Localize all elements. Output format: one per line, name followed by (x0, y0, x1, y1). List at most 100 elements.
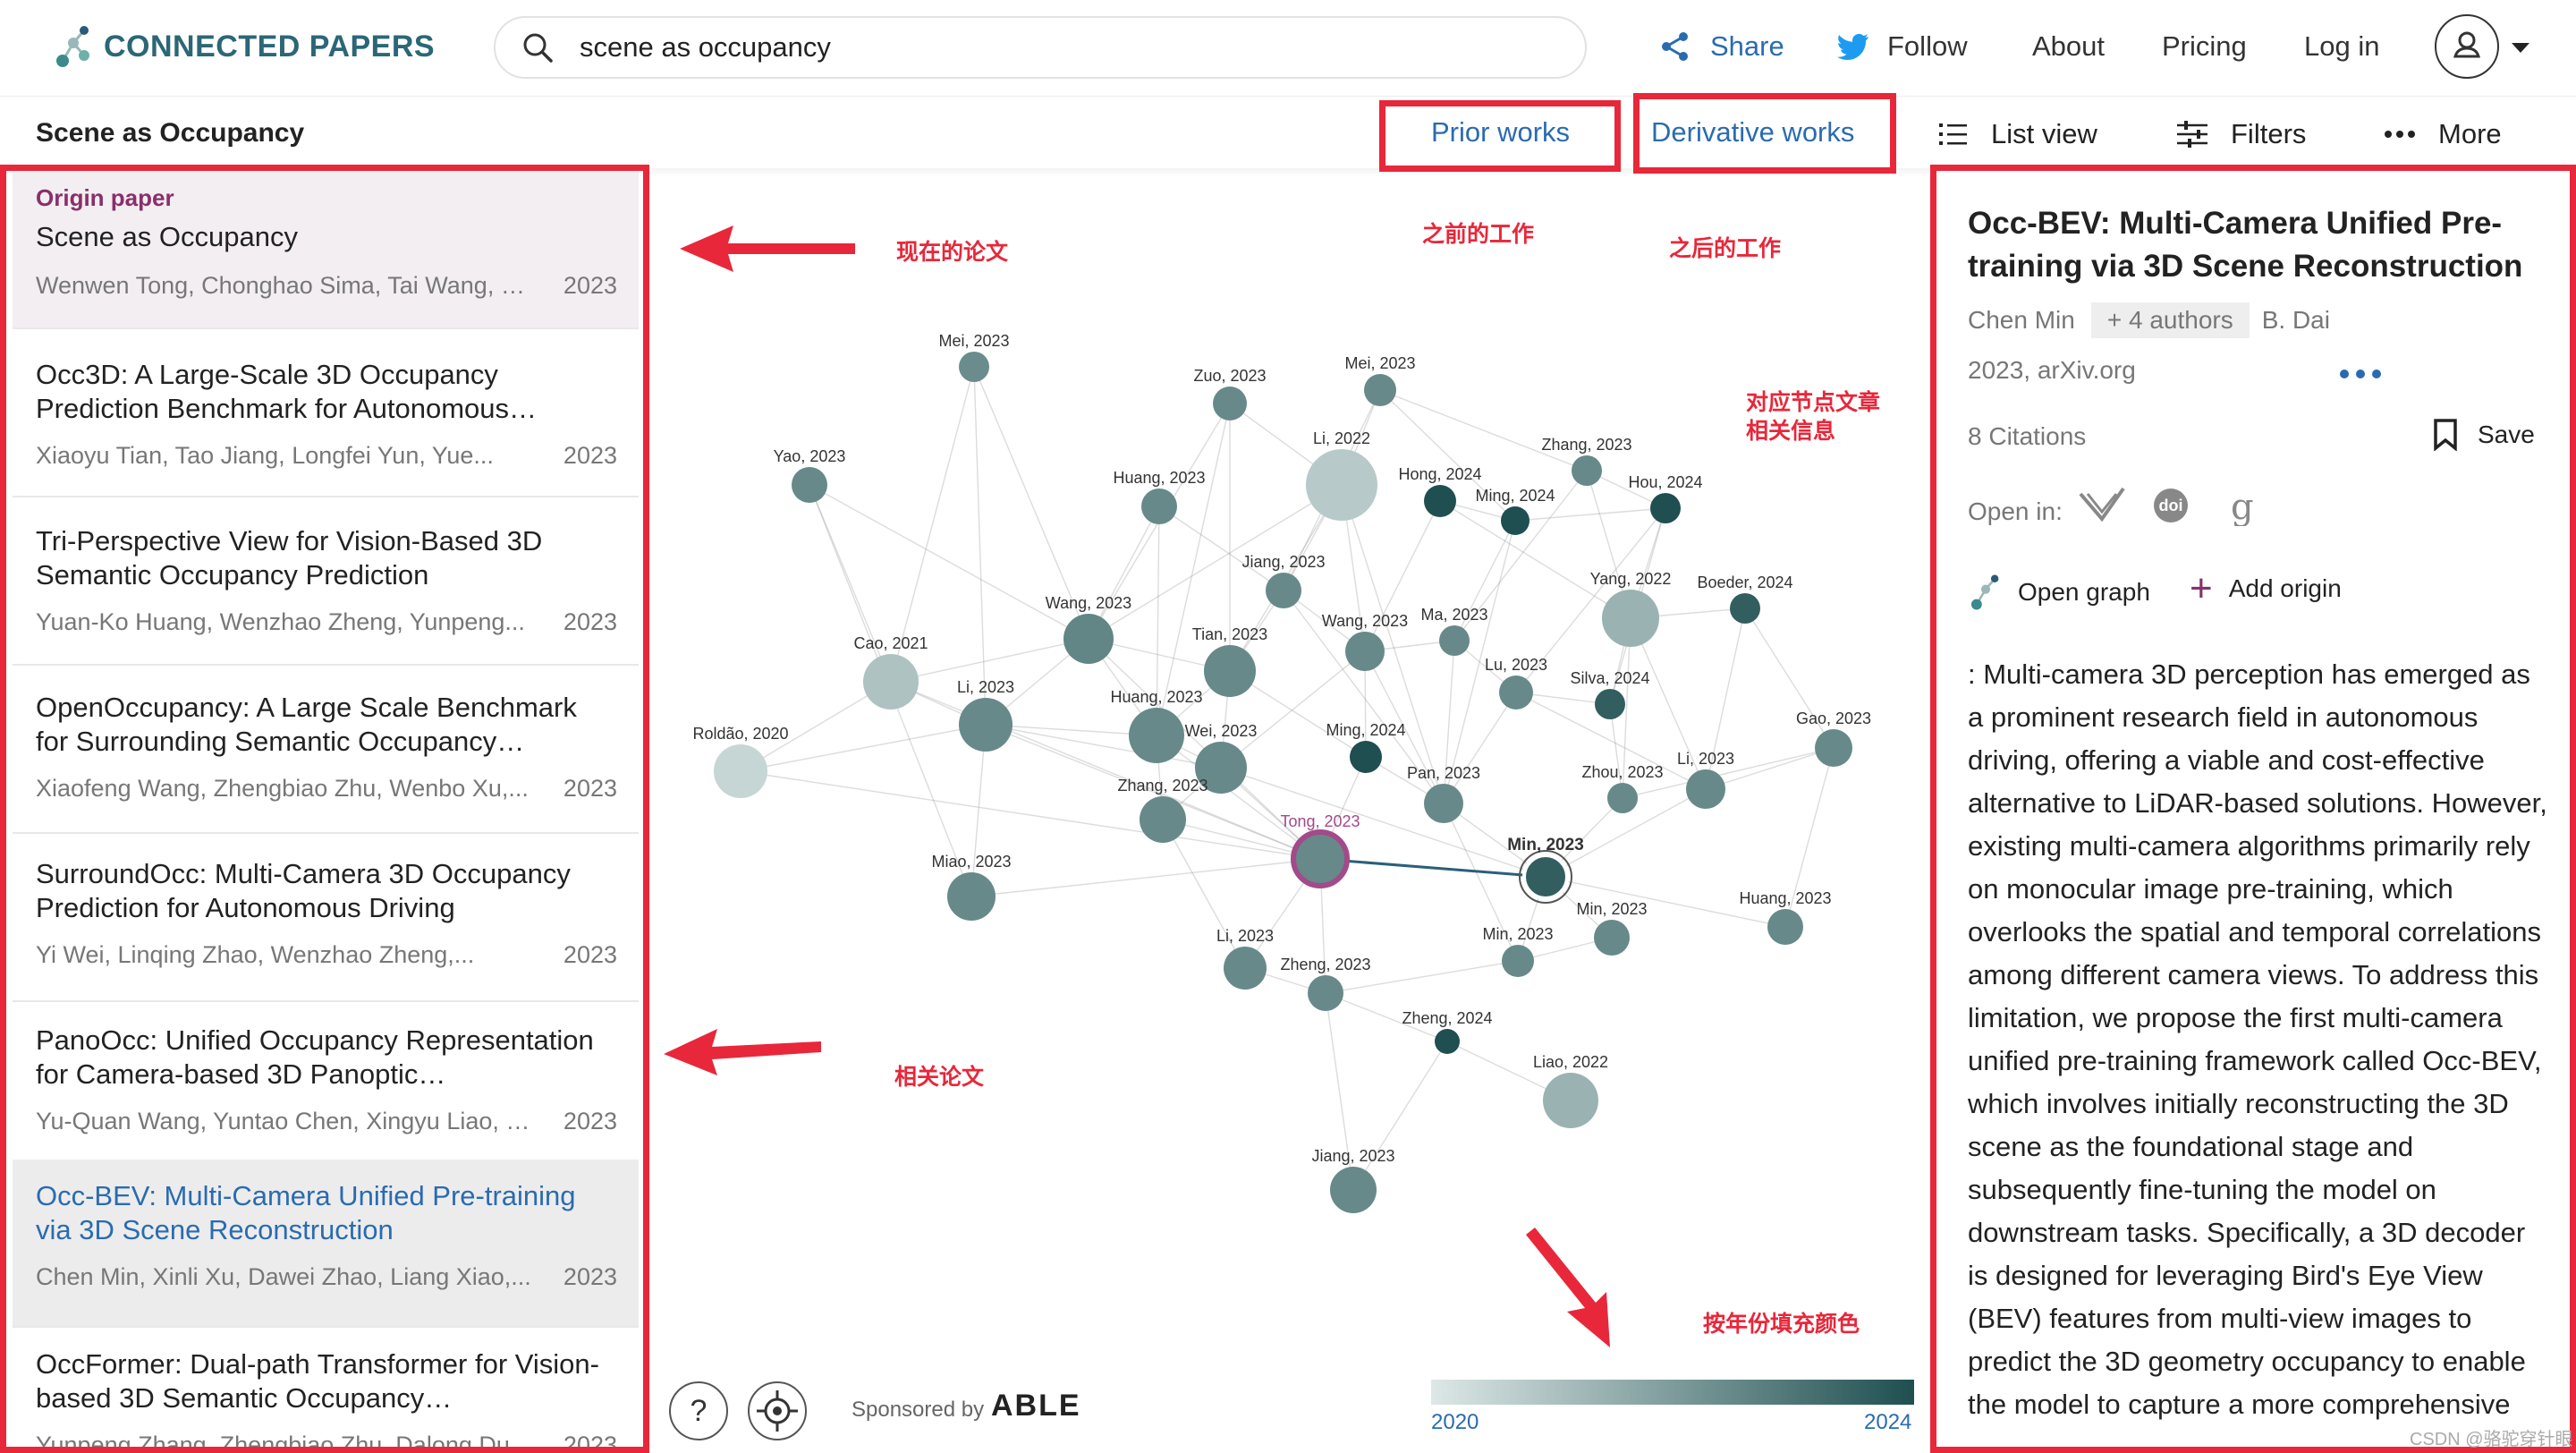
graph-node[interactable] (1543, 1073, 1598, 1128)
graph-node[interactable] (1266, 573, 1301, 608)
arrow-left-related-icon (664, 1029, 821, 1075)
login-link[interactable]: Log in (2304, 30, 2379, 63)
help-icon: ? (690, 1393, 708, 1428)
annotation-color-by-year: 按年份填充颜色 (1703, 1311, 1860, 1337)
graph-node[interactable] (863, 654, 919, 710)
graph-node[interactable] (1204, 645, 1256, 697)
origin-node[interactable] (1291, 829, 1350, 888)
graph-node-label: Li, 2023 (1216, 927, 1274, 945)
user-icon (2453, 31, 2480, 58)
graph-node[interactable] (1424, 784, 1463, 823)
graph-edge (973, 366, 987, 726)
graph-node-label: Mei, 2023 (1344, 354, 1415, 372)
graph-node-label: Zhang, 2023 (1541, 436, 1631, 454)
graph-edge (1443, 692, 1517, 804)
graph-node-label: Li, 2023 (1677, 750, 1734, 768)
recenter-button[interactable] (748, 1381, 807, 1440)
graph-node[interactable] (1439, 625, 1470, 656)
graph-node[interactable] (1129, 708, 1184, 763)
graph-node[interactable] (1607, 783, 1638, 813)
graph-node[interactable] (1424, 485, 1456, 517)
graph-edge (890, 681, 1321, 860)
graph-node[interactable] (959, 352, 989, 382)
graph-node[interactable] (1650, 493, 1681, 523)
graph-node[interactable] (1364, 374, 1396, 406)
annotation-prior: 之前的工作 (1422, 221, 1535, 247)
graph-node[interactable] (792, 467, 827, 503)
account-menu-button[interactable] (2435, 14, 2499, 79)
about-link[interactable]: About (2032, 30, 2105, 63)
follow-button[interactable]: Follow (1837, 30, 1968, 63)
graph-node-label: Ming, 2024 (1475, 487, 1555, 505)
help-button[interactable]: ? (669, 1381, 728, 1440)
graph-node[interactable] (1730, 593, 1760, 624)
logo[interactable]: CONNECTED PAPERS (54, 23, 435, 70)
graph-node[interactable] (1501, 506, 1530, 535)
graph-node-label: Jiang, 2023 (1311, 1147, 1394, 1165)
graph-node[interactable] (1595, 689, 1625, 719)
graph-node-label: Yao, 2023 (774, 447, 846, 465)
graph-node[interactable] (1602, 590, 1659, 647)
filters-button[interactable]: Filters (2177, 118, 2306, 150)
graph-node[interactable] (1815, 729, 1852, 767)
graph-node[interactable] (1063, 614, 1114, 664)
filters-label: Filters (2231, 118, 2307, 149)
graph-node[interactable] (959, 698, 1013, 752)
search-box[interactable] (494, 16, 1587, 79)
search-icon (523, 33, 553, 63)
graph-node-label: Li, 2022 (1313, 429, 1370, 447)
graph-node-label: Min, 2023 (1576, 900, 1647, 918)
graph-node-label: Min, 2023 (1482, 925, 1553, 943)
graph-node[interactable] (1306, 449, 1377, 521)
graph-node[interactable] (1345, 632, 1385, 671)
graph-node[interactable] (1140, 796, 1186, 843)
target-icon (757, 1390, 798, 1432)
graph-node[interactable] (1330, 1167, 1377, 1213)
list-view-button[interactable]: List view (1939, 118, 2097, 150)
graph-node[interactable] (1308, 975, 1343, 1011)
citation-graph[interactable]: Mei, 2023 Zuo, 2023 Mei, 2023 Yao, 2023 Li, … (644, 170, 1923, 1453)
search-input[interactable] (580, 31, 1546, 64)
graph-node[interactable] (1572, 455, 1602, 486)
graph-edge (809, 484, 1089, 640)
graph-node[interactable] (1686, 769, 1725, 809)
graph-node[interactable] (1141, 489, 1177, 524)
graph-node-label: Wang, 2023 (1046, 594, 1131, 612)
share-icon (1662, 32, 1688, 61)
graph-node[interactable] (1594, 920, 1630, 956)
graph-node[interactable] (1767, 909, 1803, 945)
more-horizontal-icon (2385, 131, 2415, 138)
connected-papers-logo-icon (56, 26, 89, 67)
more-button[interactable]: More (2385, 118, 2502, 150)
list-view-label: List view (1991, 118, 2097, 149)
sponsor-logo[interactable]: ABLE (991, 1389, 1081, 1423)
year-color-scale (1431, 1380, 1914, 1405)
selected-node[interactable] (1522, 854, 1569, 900)
graph-node[interactable] (1350, 741, 1382, 773)
graph-node-label: Huang, 2023 (1110, 688, 1202, 706)
share-button[interactable]: Share (1660, 30, 1784, 63)
graph-node[interactable] (1499, 676, 1533, 710)
graph-edge (1379, 389, 1588, 472)
graph-node-label: Tian, 2023 (1192, 625, 1267, 643)
graph-node[interactable] (714, 744, 767, 798)
graph-node-label: Hong, 2024 (1398, 465, 1481, 483)
graph-node-label: Jiang, 2023 (1241, 553, 1325, 571)
graph-canvas[interactable]: Mei, 2023 Zuo, 2023 Mei, 2023 Yao, 2023 Li, … (644, 170, 1923, 1453)
chevron-down-icon[interactable] (2510, 41, 2531, 55)
annotation-box-prior (1379, 100, 1621, 172)
year-scale-min: 2020 (1431, 1410, 1479, 1434)
graph-node[interactable] (1224, 947, 1267, 990)
graph-node[interactable] (1502, 945, 1534, 977)
graph-node[interactable] (947, 872, 996, 921)
graph-node-label: Zuo, 2023 (1193, 367, 1266, 385)
graph-title: Scene as Occupancy (36, 118, 305, 148)
list-icon (1939, 123, 1967, 145)
top-bar: CONNECTED PAPERS Share Follow About Pric… (0, 0, 2576, 97)
graph-node-label: Roldão, 2020 (692, 725, 788, 743)
pricing-link[interactable]: Pricing (2162, 30, 2247, 63)
annotation-node-info: 对应节点文章 (1746, 389, 1881, 415)
graph-node[interactable] (1213, 387, 1247, 421)
graph-node[interactable] (1435, 1029, 1460, 1054)
graph-node-label: Wei, 2023 (1185, 722, 1258, 740)
